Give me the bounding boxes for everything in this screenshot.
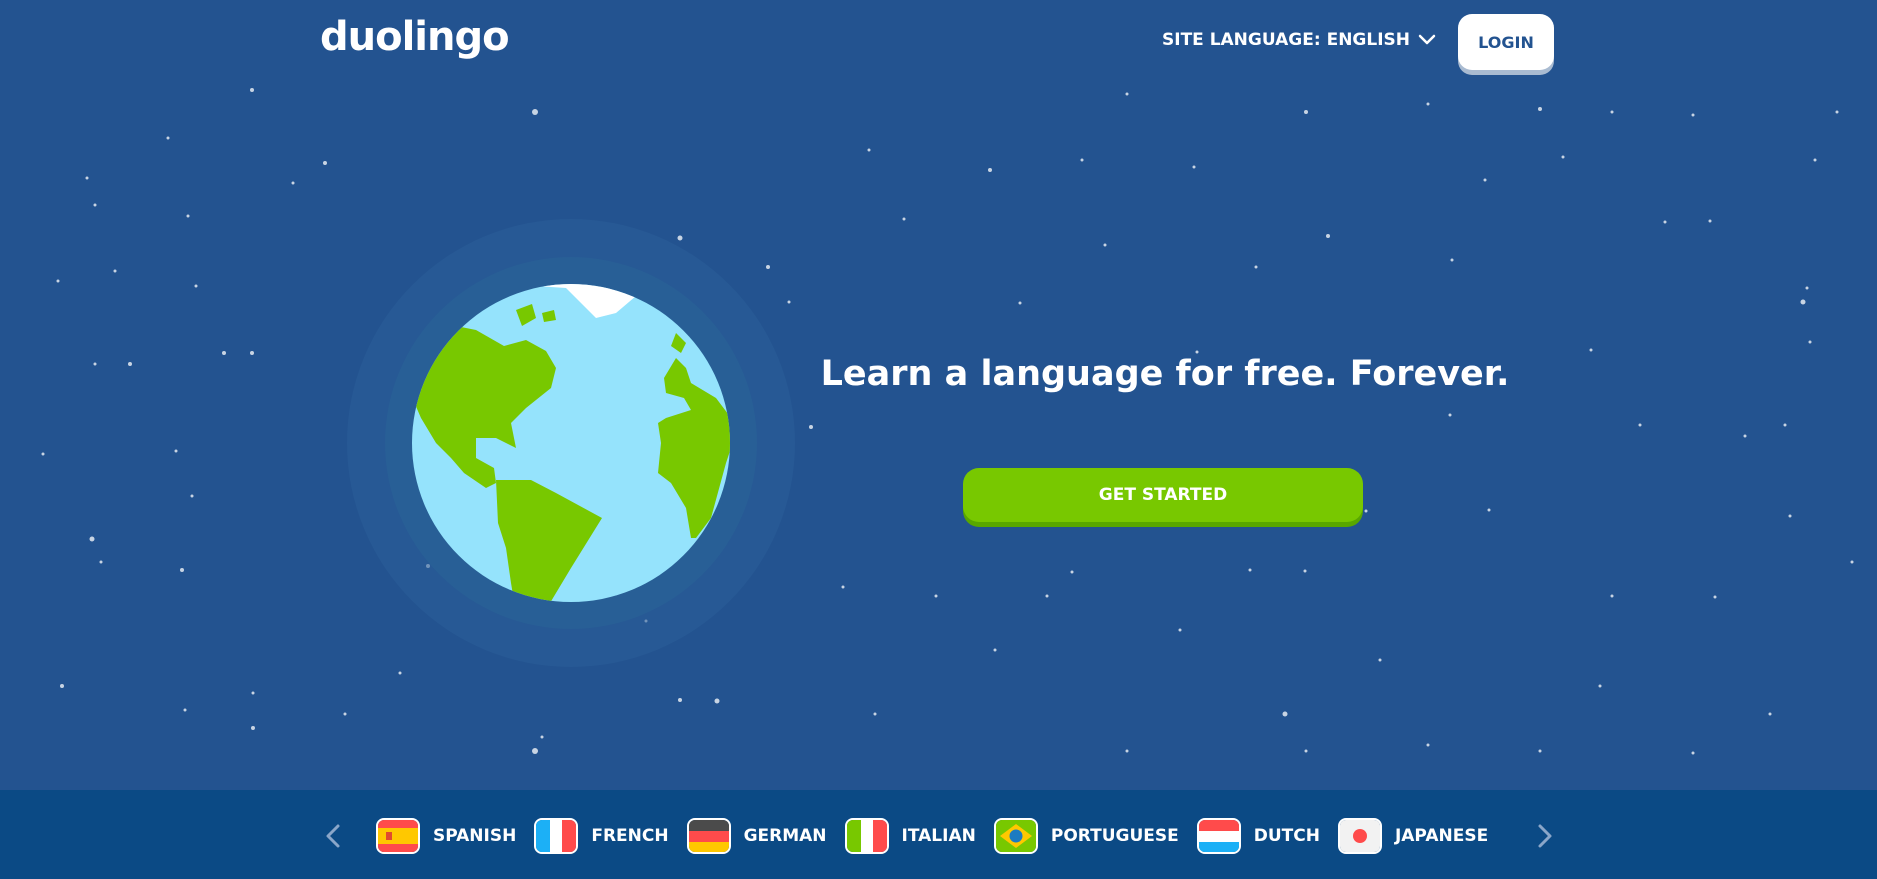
chevron-down-icon [1418, 34, 1436, 45]
language-item-dutch[interactable]: DUTCH [1196, 818, 1320, 854]
language-item-french[interactable]: FRENCH [534, 818, 669, 854]
language-name: FRENCH [591, 826, 669, 846]
japan-flag-icon [1337, 818, 1382, 854]
netherlands-flag-icon [1196, 818, 1241, 854]
language-name: JAPANESE [1394, 826, 1489, 846]
language-list: SPANISH FRENCH GERMAN ITALIAN PORTUGUESE… [376, 818, 1488, 854]
prev-languages-button[interactable] [322, 823, 346, 849]
site-language-label: SITE LANGUAGE: ENGLISH [1162, 30, 1411, 50]
language-name: PORTUGUESE [1050, 826, 1179, 846]
chevron-left-icon [326, 824, 340, 848]
language-item-german[interactable]: GERMAN [686, 818, 827, 854]
hero-headline: Learn a language for free. Forever. [820, 354, 1510, 394]
language-name: ITALIAN [901, 826, 976, 846]
language-item-spanish[interactable]: SPANISH [376, 818, 516, 854]
get-started-button[interactable]: GET STARTED [963, 468, 1363, 522]
chevron-right-icon [1538, 824, 1552, 848]
brazil-flag-icon [993, 818, 1038, 854]
hero-section: duolingo SITE LANGUAGE: ENGLISH LOGIN Le [0, 0, 1877, 790]
italy-flag-icon [844, 818, 889, 854]
earth-globe-illustration [347, 219, 795, 667]
duolingo-logo[interactable]: duolingo [320, 14, 510, 60]
language-item-portuguese[interactable]: PORTUGUESE [993, 818, 1179, 854]
spain-flag-icon [376, 818, 420, 854]
language-item-italian[interactable]: ITALIAN [844, 818, 976, 854]
germany-flag-icon [686, 818, 731, 854]
language-item-japanese[interactable]: JAPANESE [1337, 818, 1489, 854]
login-button[interactable]: LOGIN [1458, 14, 1554, 70]
france-flag-icon [534, 818, 579, 854]
language-name: DUTCH [1253, 826, 1320, 846]
language-name: SPANISH [433, 826, 517, 846]
site-language-dropdown[interactable]: SITE LANGUAGE: ENGLISH [1162, 30, 1436, 50]
next-languages-button[interactable] [1532, 823, 1556, 849]
starfield-background [41, 88, 1854, 755]
language-name: GERMAN [743, 826, 827, 846]
